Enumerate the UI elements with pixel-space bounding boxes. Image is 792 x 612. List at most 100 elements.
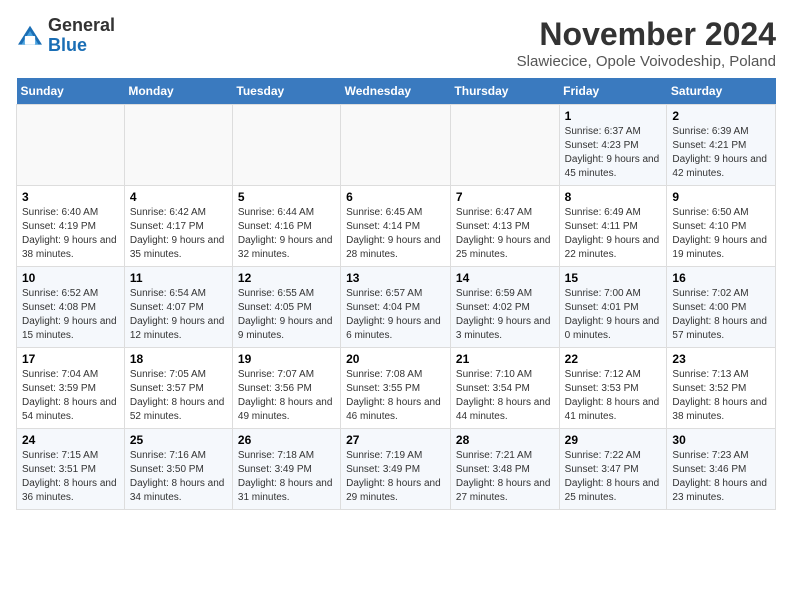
day-number: 22 — [565, 352, 662, 366]
calendar-cell: 21 Sunrise: 7:10 AM Sunset: 3:54 PM Dayli… — [450, 348, 559, 429]
calendar-cell: 5 Sunrise: 6:44 AM Sunset: 4:16 PM Daylig… — [232, 186, 340, 267]
calendar-cell: 7 Sunrise: 6:47 AM Sunset: 4:13 PM Daylig… — [450, 186, 559, 267]
calendar-cell: 11 Sunrise: 6:54 AM Sunset: 4:07 PM Dayli… — [124, 267, 232, 348]
calendar-cell: 19 Sunrise: 7:07 AM Sunset: 3:56 PM Dayli… — [232, 348, 340, 429]
day-info: Sunrise: 6:59 AM Sunset: 4:02 PM Dayligh… — [456, 287, 554, 343]
day-info: Sunrise: 7:22 AM Sunset: 3:47 PM Dayligh… — [565, 449, 662, 505]
day-info: Sunrise: 6:44 AM Sunset: 4:16 PM Dayligh… — [238, 206, 335, 262]
day-info: Sunrise: 7:07 AM Sunset: 3:56 PM Dayligh… — [238, 368, 335, 424]
day-number: 15 — [565, 271, 662, 285]
day-info: Sunrise: 7:02 AM Sunset: 4:00 PM Dayligh… — [672, 287, 770, 343]
calendar-table: SundayMondayTuesdayWednesdayThursdayFrid… — [16, 78, 776, 510]
weekday-header: Thursday — [450, 78, 559, 105]
header: General Blue November 2024 Slawiecice, O… — [16, 16, 776, 70]
calendar-cell — [124, 105, 232, 186]
day-number: 12 — [238, 271, 335, 285]
calendar-week-row: 24 Sunrise: 7:15 AM Sunset: 3:51 PM Dayli… — [17, 429, 776, 510]
day-number: 27 — [346, 433, 445, 447]
day-info: Sunrise: 6:57 AM Sunset: 4:04 PM Dayligh… — [346, 287, 445, 343]
title-section: November 2024 Slawiecice, Opole Voivodes… — [517, 16, 776, 70]
calendar-cell — [17, 105, 125, 186]
day-number: 25 — [130, 433, 227, 447]
calendar-cell — [450, 105, 559, 186]
day-info: Sunrise: 6:42 AM Sunset: 4:17 PM Dayligh… — [130, 206, 227, 262]
weekday-header: Sunday — [17, 78, 125, 105]
day-info: Sunrise: 6:37 AM Sunset: 4:23 PM Dayligh… — [565, 125, 662, 181]
calendar-cell: 17 Sunrise: 7:04 AM Sunset: 3:59 PM Dayli… — [17, 348, 125, 429]
calendar-cell: 1 Sunrise: 6:37 AM Sunset: 4:23 PM Daylig… — [559, 105, 667, 186]
day-info: Sunrise: 6:52 AM Sunset: 4:08 PM Dayligh… — [22, 287, 119, 343]
day-info: Sunrise: 6:45 AM Sunset: 4:14 PM Dayligh… — [346, 206, 445, 262]
day-number: 30 — [672, 433, 770, 447]
calendar-week-row: 3 Sunrise: 6:40 AM Sunset: 4:19 PM Daylig… — [17, 186, 776, 267]
weekday-header: Tuesday — [232, 78, 340, 105]
calendar-cell — [341, 105, 451, 186]
day-number: 7 — [456, 190, 554, 204]
day-number: 11 — [130, 271, 227, 285]
day-info: Sunrise: 7:10 AM Sunset: 3:54 PM Dayligh… — [456, 368, 554, 424]
calendar-cell: 24 Sunrise: 7:15 AM Sunset: 3:51 PM Dayli… — [17, 429, 125, 510]
day-number: 20 — [346, 352, 445, 366]
day-info: Sunrise: 6:39 AM Sunset: 4:21 PM Dayligh… — [672, 125, 770, 181]
day-info: Sunrise: 6:54 AM Sunset: 4:07 PM Dayligh… — [130, 287, 227, 343]
location-title: Slawiecice, Opole Voivodeship, Poland — [517, 53, 776, 70]
day-info: Sunrise: 7:16 AM Sunset: 3:50 PM Dayligh… — [130, 449, 227, 505]
day-info: Sunrise: 7:23 AM Sunset: 3:46 PM Dayligh… — [672, 449, 770, 505]
day-number: 17 — [22, 352, 119, 366]
calendar-cell: 30 Sunrise: 7:23 AM Sunset: 3:46 PM Dayli… — [667, 429, 776, 510]
calendar-cell: 18Sunrise: 7:05 AM Sunset: 3:57 PM Dayli… — [124, 348, 232, 429]
calendar-cell: 16 Sunrise: 7:02 AM Sunset: 4:00 PM Dayli… — [667, 267, 776, 348]
day-info: Sunrise: 6:49 AM Sunset: 4:11 PM Dayligh… — [565, 206, 662, 262]
calendar-week-row: 17 Sunrise: 7:04 AM Sunset: 3:59 PM Dayli… — [17, 348, 776, 429]
weekday-header: Wednesday — [341, 78, 451, 105]
day-info: Sunrise: 6:40 AM Sunset: 4:19 PM Dayligh… — [22, 206, 119, 262]
day-number: 5 — [238, 190, 335, 204]
day-info: Sunrise: 6:47 AM Sunset: 4:13 PM Dayligh… — [456, 206, 554, 262]
header-row: SundayMondayTuesdayWednesdayThursdayFrid… — [17, 78, 776, 105]
calendar-cell: 9Sunrise: 6:50 AM Sunset: 4:10 PM Daylig… — [667, 186, 776, 267]
weekday-header: Saturday — [667, 78, 776, 105]
calendar-cell: 13 Sunrise: 6:57 AM Sunset: 4:04 PM Dayli… — [341, 267, 451, 348]
day-number: 21 — [456, 352, 554, 366]
calendar-cell: 20 Sunrise: 7:08 AM Sunset: 3:55 PM Dayli… — [341, 348, 451, 429]
day-number: 13 — [346, 271, 445, 285]
day-info: Sunrise: 7:19 AM Sunset: 3:49 PM Dayligh… — [346, 449, 445, 505]
calendar-cell: 14 Sunrise: 6:59 AM Sunset: 4:02 PM Dayli… — [450, 267, 559, 348]
calendar-cell: 12 Sunrise: 6:55 AM Sunset: 4:05 PM Dayli… — [232, 267, 340, 348]
day-info: Sunrise: 7:04 AM Sunset: 3:59 PM Dayligh… — [22, 368, 119, 424]
calendar-cell: 3 Sunrise: 6:40 AM Sunset: 4:19 PM Daylig… — [17, 186, 125, 267]
calendar-cell: 27 Sunrise: 7:19 AM Sunset: 3:49 PM Dayli… — [341, 429, 451, 510]
calendar-cell: 10Sunrise: 6:52 AM Sunset: 4:08 PM Dayli… — [17, 267, 125, 348]
day-number: 26 — [238, 433, 335, 447]
calendar-body: 1 Sunrise: 6:37 AM Sunset: 4:23 PM Daylig… — [17, 105, 776, 510]
day-info: Sunrise: 7:05 AM Sunset: 3:57 PM Dayligh… — [130, 368, 227, 424]
month-title: November 2024 — [517, 16, 776, 53]
calendar-header: SundayMondayTuesdayWednesdayThursdayFrid… — [17, 78, 776, 105]
day-number: 9 — [672, 190, 770, 204]
day-info: Sunrise: 7:12 AM Sunset: 3:53 PM Dayligh… — [565, 368, 662, 424]
calendar-cell: 22 Sunrise: 7:12 AM Sunset: 3:53 PM Dayli… — [559, 348, 667, 429]
day-number: 3 — [22, 190, 119, 204]
day-number: 19 — [238, 352, 335, 366]
day-number: 29 — [565, 433, 662, 447]
day-number: 14 — [456, 271, 554, 285]
calendar-cell: 2 Sunrise: 6:39 AM Sunset: 4:21 PM Daylig… — [667, 105, 776, 186]
calendar-week-row: 10Sunrise: 6:52 AM Sunset: 4:08 PM Dayli… — [17, 267, 776, 348]
calendar-cell: 25 Sunrise: 7:16 AM Sunset: 3:50 PM Dayli… — [124, 429, 232, 510]
day-number: 1 — [565, 109, 662, 123]
calendar-cell: 6Sunrise: 6:45 AM Sunset: 4:14 PM Daylig… — [341, 186, 451, 267]
day-info: Sunrise: 7:08 AM Sunset: 3:55 PM Dayligh… — [346, 368, 445, 424]
day-number: 24 — [22, 433, 119, 447]
day-number: 2 — [672, 109, 770, 123]
calendar-cell: 15Sunrise: 7:00 AM Sunset: 4:01 PM Dayli… — [559, 267, 667, 348]
day-info: Sunrise: 6:55 AM Sunset: 4:05 PM Dayligh… — [238, 287, 335, 343]
day-info: Sunrise: 7:15 AM Sunset: 3:51 PM Dayligh… — [22, 449, 119, 505]
calendar-cell: 23Sunrise: 7:13 AM Sunset: 3:52 PM Dayli… — [667, 348, 776, 429]
calendar-cell: 26Sunrise: 7:18 AM Sunset: 3:49 PM Dayli… — [232, 429, 340, 510]
day-number: 16 — [672, 271, 770, 285]
calendar-week-row: 1 Sunrise: 6:37 AM Sunset: 4:23 PM Daylig… — [17, 105, 776, 186]
weekday-header: Monday — [124, 78, 232, 105]
day-number: 8 — [565, 190, 662, 204]
calendar-cell — [232, 105, 340, 186]
day-number: 23 — [672, 352, 770, 366]
